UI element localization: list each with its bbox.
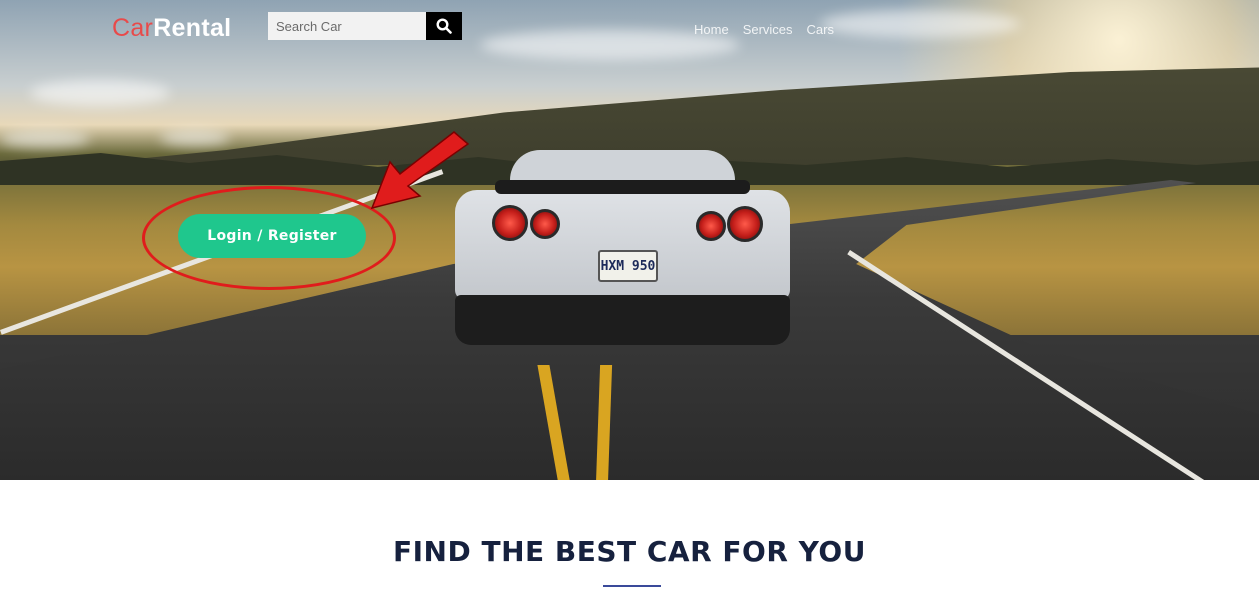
featured-section: FIND THE BEST CAR FOR YOU [0,480,1259,612]
nav-item-services[interactable]: Services [743,22,793,37]
cloud [160,130,230,146]
taillight [696,211,726,241]
logo-text-car: Car [112,14,154,42]
search-bar [268,12,462,40]
car-bumper [455,295,790,345]
car-spoiler [495,180,750,194]
top-navbar: CarRental Home Services Cars [0,10,1259,42]
nav-links: Home Services Cars [694,22,834,37]
hero-banner: HXM 950 CarRental Home Services Cars Log… [0,0,1259,480]
taillight [492,205,528,241]
annotation-arrow-icon [370,131,470,210]
nav-item-home[interactable]: Home [694,22,729,37]
search-icon [436,18,452,34]
site-logo[interactable]: CarRental [112,14,231,43]
taillight [727,206,763,242]
taillight [530,209,560,239]
cloud [30,80,170,106]
cloud [0,130,90,148]
search-button[interactable] [426,12,462,40]
logo-text-rental: Rental [153,14,232,42]
license-plate: HXM 950 [598,250,658,282]
nav-item-cars[interactable]: Cars [807,22,834,37]
section-title-underline [603,585,661,587]
sports-car: HXM 950 [455,150,790,350]
login-register-button[interactable]: Login / Register [178,214,366,258]
search-input[interactable] [268,12,426,40]
section-title: FIND THE BEST CAR FOR YOU [393,535,866,568]
